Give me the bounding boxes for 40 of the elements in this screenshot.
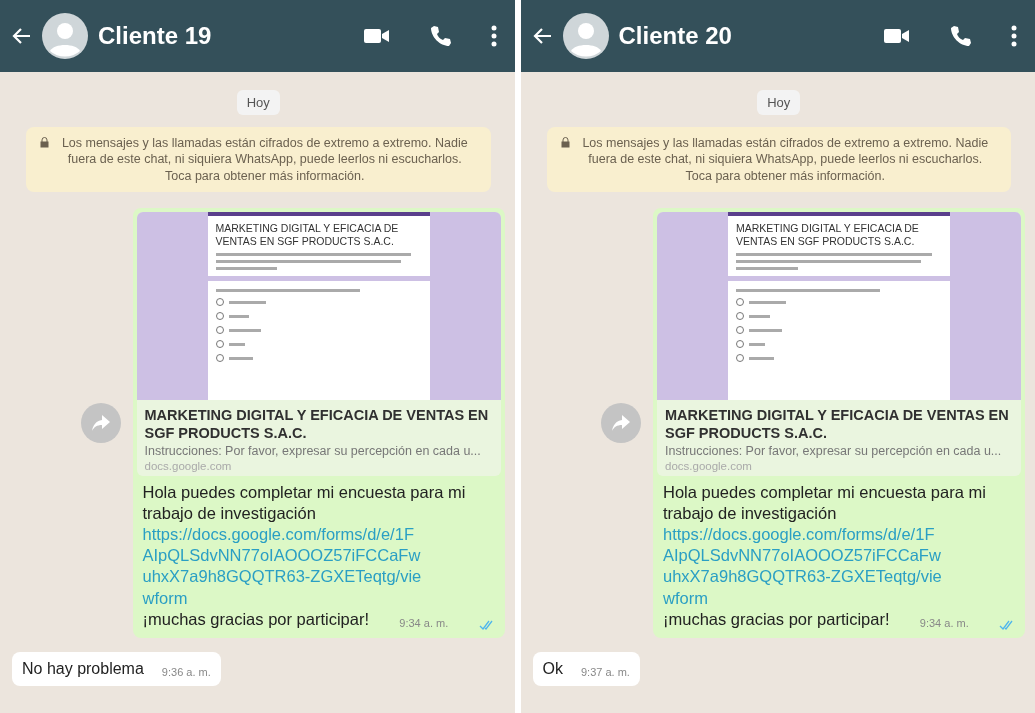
encryption-notice[interactable]: Los mensajes y las llamadas están cifrados de extremo a extremo. Nadie fuera de este chat, ni siquiera WhatsApp, puede leerlos ni escucharlos. Toca para obtener más información. [546,127,1011,192]
date-label: Hoy [757,90,801,115]
link-preview[interactable] [136,211,501,476]
link-description: Instrucciones: Por favor, expresar su percepción en cada u... [665,444,1003,458]
link-domain: docs.google.com [144,460,233,472]
share-arrow-icon [611,413,631,432]
contact-name: Cliente 20 [618,22,733,50]
more-vertical-icon [490,24,497,48]
form-title: MARKETING DIGITAL Y EFICACIA DE VENTAS EN SGF PRODUCTS S.A.C. [215,221,400,250]
phone-icon [428,24,453,48]
message-text: Ok [542,659,563,678]
encryption-notice[interactable]: Los mensajes y las llamadas están cifrados de extremo a extremo. Nadie fuera de este chat, ni siquiera WhatsApp, puede leerlos ni escucharlos. Toca para obtener más información. [26,127,491,192]
link-title: MARKETING DIGITAL Y EFICACIA DE VENTAS EN SGF PRODUCTS S.A.C. [144,405,490,442]
avatar-icon[interactable] [562,13,609,59]
share-arrow-icon [90,413,111,432]
contact-name: Cliente 19 [98,22,213,50]
more-vertical-icon [1011,24,1017,48]
link-description: Instrucciones: Por favor, expresar su percepción en cada u... [144,444,482,458]
message-text: ¡muchas gracias por participar! [663,608,890,630]
link-title: MARKETING DIGITAL Y EFICACIA DE VENTAS EN SGF PRODUCTS S.A.C. [665,405,1010,442]
notice-text: Los mensajes y las llamadas están cifrados de extremo a extremo. Nadie fuera de este chat, ni siquiera WhatsApp, puede leerlos ni escucharlos. Toca para obtener más información. [60,135,469,184]
link-preview[interactable] [657,211,1021,476]
notice-text: Los mensajes y las llamadas están cifrados de extremo a extremo. Nadie fuera de este chat, ni siquiera WhatsApp, puede leerlos ni escucharlos. Toca para obtener más información. [581,135,990,184]
form-title: MARKETING DIGITAL Y EFICACIA DE VENTAS EN SGF PRODUCTS S.A.C. [736,221,920,250]
message-text: Hola puedes completar mi encuesta para mi trabajo de investigación [663,482,987,525]
message-text: No hay problema [22,659,144,678]
video-camera-icon [362,26,391,46]
link-domain: docs.google.com [665,460,753,472]
date-label: Hoy [236,90,280,115]
phone-icon [949,24,973,48]
video-camera-icon [883,26,911,46]
avatar-icon[interactable] [42,13,88,59]
message-time: 9:37 a. m. [580,665,630,678]
lock-icon [560,137,570,148]
message-text: Hola puedes completar mi encuesta para mi trabajo de investigación [142,482,467,525]
message-text: ¡muchas gracias por participar! [142,608,369,630]
message-time: 9:34 a. m. [919,615,969,630]
message-time: 9:36 a. m. [161,665,211,678]
message-time: 9:34 a. m. [399,615,449,630]
lock-icon [40,137,49,148]
